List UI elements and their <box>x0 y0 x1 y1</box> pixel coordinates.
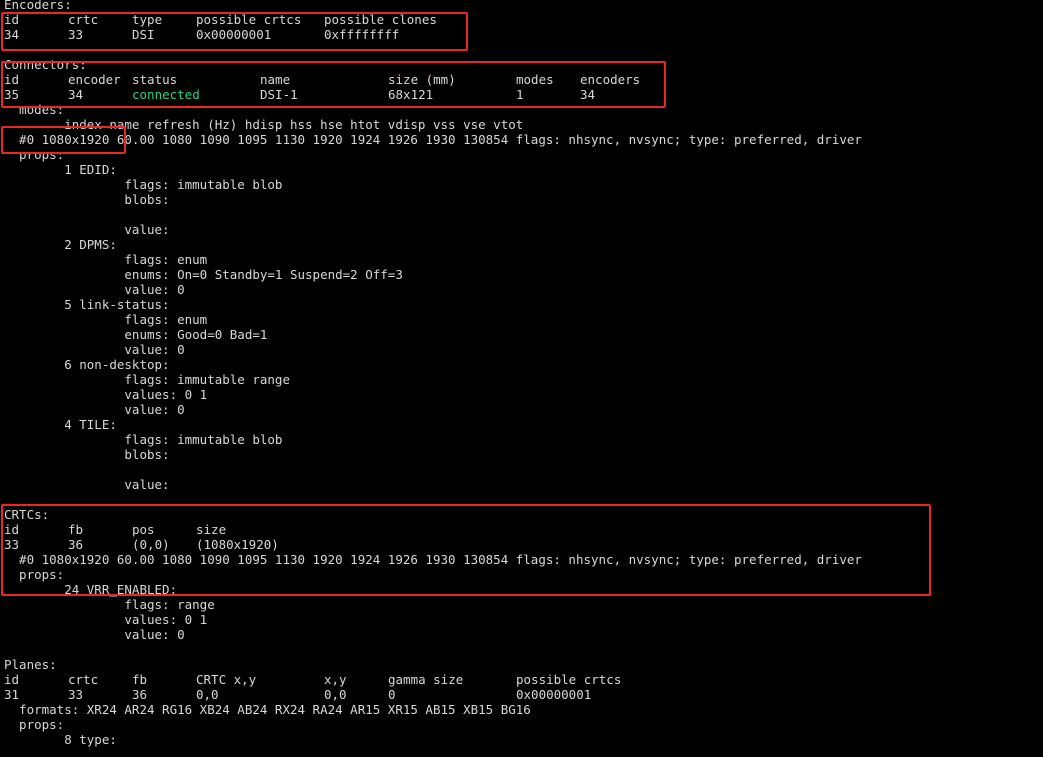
prop-dpms-value-text: value: 0 <box>4 282 185 297</box>
terminal-output[interactable]: Encoders: id crtc type possible crtcs possibl… <box>0 0 1043 757</box>
prop-vrr-values-text: values: 0 1 <box>4 612 208 627</box>
plane-formats-text: formats: XR24 AR24 RG16 XB24 AB24 RX24 R… <box>4 702 531 717</box>
planes-columns-text: x,y <box>324 672 347 687</box>
prop-tile-value-text: value: <box>4 477 170 492</box>
prop-tile-blobs-text: blobs: <box>4 447 170 462</box>
planes-header-text: Planes: <box>4 657 57 672</box>
prop-link-status-enums-text: enums: Good=0 Bad=1 <box>4 327 268 342</box>
encoders-header-text: Encoders: <box>4 0 72 12</box>
planes-row-text: 31 <box>4 687 20 702</box>
prop-type-text: 8 type: <box>4 732 117 747</box>
prop-edid-value-text: value: <box>4 222 170 237</box>
prop-non-desktop-value-text: value: 0 <box>4 402 185 417</box>
prop-dpms-flags-text: flags: enum <box>4 252 208 267</box>
prop-vrr-value-text: value: 0 <box>4 627 185 642</box>
encoders-highlight-box <box>1 12 468 51</box>
prop-link-status-flags-text: flags: enum <box>4 312 208 327</box>
prop-link-status-text: 5 link-status: <box>4 297 170 312</box>
prop-non-desktop-flags-text: flags: immutable range <box>4 372 290 387</box>
planes-row-text: 0,0 <box>324 687 347 702</box>
prop-tile-text: 4 TILE: <box>4 417 117 432</box>
planes-columns-text: crtc <box>68 672 99 687</box>
prop-non-desktop-text: 6 non-desktop: <box>4 357 170 372</box>
planes-columns-text: id <box>4 672 20 687</box>
prop-link-status-value-text: value: 0 <box>4 342 185 357</box>
prop-vrr-flags-text: flags: range <box>4 597 215 612</box>
planes-row-text: 0 <box>388 687 396 702</box>
prop-non-desktop-values-text: values: 0 1 <box>4 387 208 402</box>
planes-row-text: 36 <box>132 687 148 702</box>
prop-edid-text: 1 EDID: <box>4 162 117 177</box>
planes-columns-text: CRTC x,y <box>196 672 257 687</box>
prop-edid-blobs-text: blobs: <box>4 192 170 207</box>
planes-row-text: 33 <box>68 687 84 702</box>
planes-columns-text: fb <box>132 672 148 687</box>
connectors-highlight-box <box>1 61 666 108</box>
crtcs-highlight-box <box>1 504 931 596</box>
planes-row-text: 0,0 <box>196 687 219 702</box>
prop-tile-flags-text: flags: immutable blob <box>4 432 283 447</box>
plane-props-label-text: props: <box>4 717 65 732</box>
mode-resolution-highlight-box <box>1 126 126 154</box>
prop-dpms-text: 2 DPMS: <box>4 237 117 252</box>
connector-mode-0-text: #0 1080x1920 60.00 1080 1090 1095 1130 1… <box>4 132 862 147</box>
prop-edid-flags-text: flags: immutable blob <box>4 177 283 192</box>
planes-columns-text: gamma size <box>388 672 464 687</box>
prop-dpms-enums-text: enums: On=0 Standby=1 Suspend=2 Off=3 <box>4 267 403 282</box>
planes-row-text: 0x00000001 <box>516 687 592 702</box>
planes-columns-text: possible crtcs <box>516 672 622 687</box>
